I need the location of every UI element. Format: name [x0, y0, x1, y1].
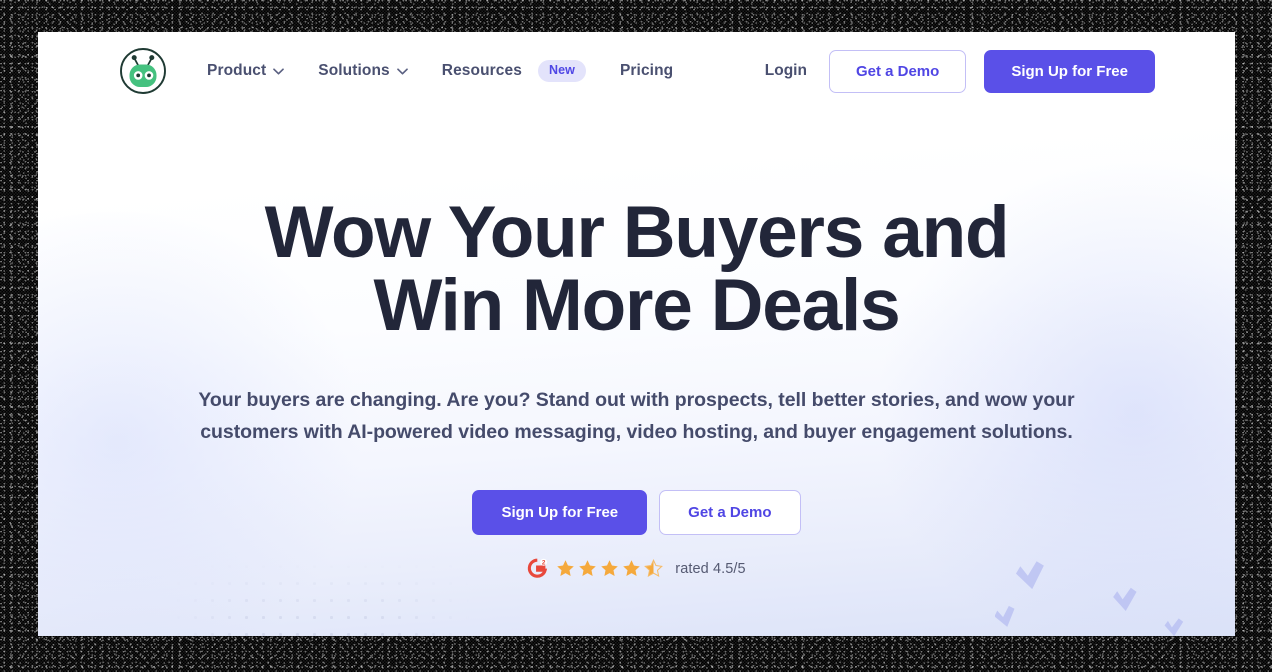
nav-item-resources-label: Resources: [441, 62, 522, 79]
rating-badge: 2 rated 4.5/5: [38, 558, 1235, 579]
g2-logo-icon: 2: [527, 558, 548, 579]
nav-item-solutions-label: Solutions: [318, 62, 390, 79]
chevron-down-icon: [396, 67, 408, 75]
rating-text: rated 4.5/5: [675, 560, 746, 577]
nav-actions: Login Get a Demo Sign Up for Free: [765, 49, 1155, 93]
svg-text:2: 2: [542, 559, 546, 566]
login-link[interactable]: Login: [765, 62, 811, 80]
nav-item-resources[interactable]: Resources New: [442, 60, 586, 82]
hero-section: Wow Your Buyers and Win More Deals Your …: [38, 110, 1235, 579]
nav-item-product-label: Product: [207, 62, 267, 79]
nav-item-product[interactable]: Product: [207, 62, 285, 80]
hero-get-a-demo-button[interactable]: Get a Demo: [659, 490, 801, 536]
star-icon-filled: [557, 560, 575, 577]
star-icon-filled: [623, 560, 641, 577]
nav-item-pricing-label: Pricing: [619, 62, 674, 79]
page-content: Product Solutions Resources New Pricing …: [38, 32, 1235, 636]
nav-sign-up-button[interactable]: Sign Up for Free: [984, 49, 1155, 93]
hero-subheadline: Your buyers are changing. Are you? Stand…: [198, 389, 1075, 443]
hero-cta-group: Sign Up for Free Get a Demo: [38, 490, 1235, 536]
star-icon-filled: [579, 560, 597, 577]
page-title: Wow Your Buyers and Win More Deals: [264, 192, 1010, 346]
hero-sign-up-button[interactable]: Sign Up for Free: [472, 490, 648, 536]
nav-get-a-demo-button[interactable]: Get a Demo: [828, 49, 967, 93]
nav-badge-new: New: [537, 60, 586, 82]
star-icon-filled: [601, 560, 619, 577]
nav-item-pricing[interactable]: Pricing: [620, 62, 673, 80]
site-navbar: Product Solutions Resources New Pricing …: [38, 32, 1235, 110]
star-rating: [556, 559, 664, 578]
brand-logo-icon[interactable]: [119, 47, 167, 95]
chevron-down-icon: [273, 67, 285, 75]
nav-item-solutions[interactable]: Solutions: [318, 62, 408, 80]
nav-links: Product Solutions Resources New Pricing: [207, 60, 673, 82]
star-icon-half: [644, 559, 664, 578]
